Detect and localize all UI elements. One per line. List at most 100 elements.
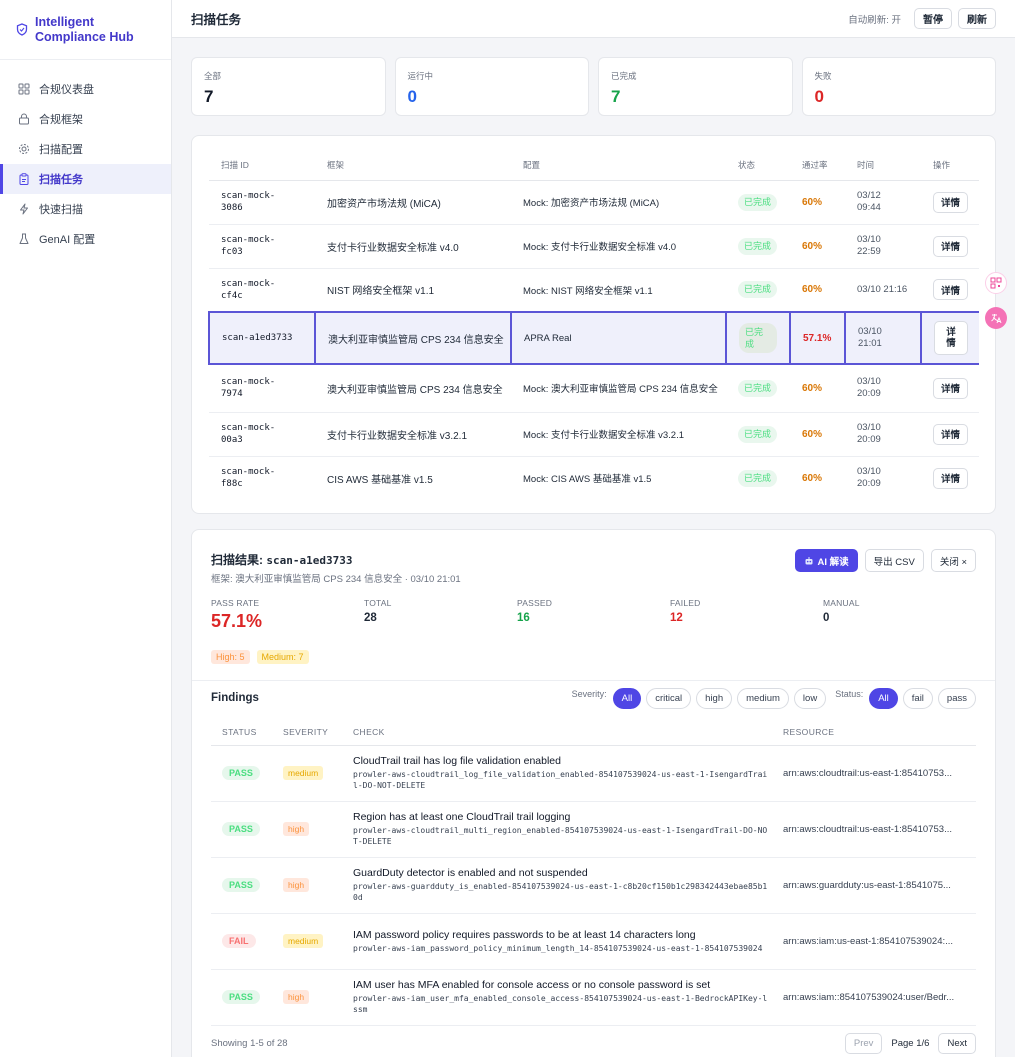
scan-id: scan-mock-f88c bbox=[221, 466, 315, 490]
qr-scan-icon bbox=[990, 277, 1002, 289]
table-row[interactable]: scan-mock-fc03 支付卡行业数据安全标准 v4.0 Mock: 支付… bbox=[209, 224, 979, 269]
pagination-info: Showing 1-5 of 28 bbox=[211, 1038, 288, 1049]
time-cell: 03/10 22:59 bbox=[857, 234, 921, 258]
status-badge: 已完成 bbox=[738, 193, 778, 211]
column-header-time: 时间 bbox=[845, 151, 921, 181]
severity-filter-critical[interactable]: critical bbox=[646, 688, 692, 709]
result-metrics: PASS RATE 57.1% TOTAL 28 PASSED 16 FAILE… bbox=[211, 598, 976, 632]
pass-rate-cell: 60% bbox=[790, 224, 845, 269]
grid-icon bbox=[18, 83, 30, 95]
config-cell: Mock: 澳大利亚审慎监管局 CPS 234 信息安全 bbox=[511, 364, 726, 413]
check-title: GuardDuty detector is enabled and not su… bbox=[353, 867, 588, 879]
pause-button[interactable]: 暂停 bbox=[914, 8, 952, 29]
table-row-selected[interactable]: scan-a1ed3733 澳大利亚审慎监管局 CPS 234 信息安全 APR… bbox=[208, 311, 979, 365]
pass-rate-cell: 60% bbox=[790, 268, 845, 313]
framework-cell: NIST 网络安全框架 v1.1 bbox=[315, 268, 511, 313]
time-line: 20:09 bbox=[857, 388, 881, 400]
findings-table: STATUS SEVERITY CHECK RESOURCE PASS medi… bbox=[211, 720, 976, 1026]
ai-interpret-button[interactable]: AI 解读 bbox=[795, 549, 858, 572]
detail-button[interactable]: 详情 bbox=[933, 467, 969, 489]
table-row[interactable]: scan-mock-cf4c NIST 网络安全框架 v1.1 Mock: NI… bbox=[209, 268, 979, 313]
stat-label: 全部 bbox=[204, 71, 222, 81]
stat-label: 失败 bbox=[814, 71, 832, 81]
metric-total: TOTAL 28 bbox=[364, 598, 517, 632]
check-title: CloudTrail trail has log file validation… bbox=[353, 755, 561, 767]
scan-id-line: scan-mock- bbox=[221, 423, 276, 433]
page-indicator: Page 1/6 bbox=[891, 1038, 930, 1049]
sidebar-item-scan-tasks[interactable]: 扫描任务 bbox=[0, 164, 171, 194]
pass-rate-cell: 60% bbox=[802, 472, 823, 484]
sidebar-item-frameworks[interactable]: 合规框架 bbox=[0, 104, 171, 134]
close-result-button[interactable]: 关闭 × bbox=[930, 549, 976, 572]
finding-row[interactable]: PASS medium CloudTrail trail has log fil… bbox=[211, 745, 976, 802]
detail-button[interactable]: 详情 bbox=[934, 321, 968, 355]
table-row[interactable]: scan-mock- 00a3 支付卡行业数据安全标准 v3.2.1 Mock: … bbox=[209, 412, 979, 457]
stat-label: 已完成 bbox=[611, 71, 637, 81]
config-cell: Mock: 支付卡行业数据安全标准 v4.0 bbox=[511, 224, 726, 269]
metric-label: TOTAL bbox=[364, 598, 392, 608]
severity-filter-all[interactable]: All bbox=[612, 688, 642, 709]
stat-card-completed: 已完成 7 bbox=[598, 57, 793, 116]
prev-page-button[interactable]: Prev bbox=[844, 1033, 883, 1054]
detail-button[interactable]: 详情 bbox=[933, 423, 969, 445]
app-name-line2: Compliance Hub bbox=[35, 29, 134, 44]
column-header-status: STATUS bbox=[211, 720, 272, 746]
finding-row[interactable]: PASS high Region has at least one CloudT… bbox=[211, 801, 976, 858]
time-cell: 03/10 20:09 bbox=[857, 376, 921, 400]
pass-rate-cell: 60% bbox=[790, 180, 845, 225]
severity-filter-medium[interactable]: medium bbox=[737, 688, 789, 709]
severity-filter-low[interactable]: low bbox=[793, 688, 827, 709]
brand[interactable]: Intelligent Compliance Hub bbox=[0, 0, 171, 60]
table-row[interactable]: scan-mock- 7974 澳大利亚审慎监管局 CPS 234 信息安全 Mo… bbox=[209, 364, 979, 413]
check-title: Region has at least one CloudTrail trail… bbox=[353, 811, 571, 823]
refresh-button[interactable]: 刷新 bbox=[958, 8, 996, 29]
finding-row[interactable]: PASS high GuardDuty detector is enabled … bbox=[211, 857, 976, 914]
stat-label: 运行中 bbox=[407, 71, 434, 81]
column-header-framework: 框架 bbox=[315, 151, 511, 181]
pagination: Showing 1-5 of 28 Prev Page 1/6 Next bbox=[211, 1033, 976, 1054]
detail-button[interactable]: 详情 bbox=[933, 377, 969, 399]
translate-widget[interactable] bbox=[985, 307, 1007, 329]
result-subtitle: 框架: 澳大利亚审慎监管局 CPS 234 信息安全 · 03/10 21:01 bbox=[211, 574, 461, 585]
divider bbox=[192, 680, 995, 681]
framework-cell: 澳大利亚审慎监管局 CPS 234 信息安全 bbox=[314, 311, 511, 365]
scan-id: scan-mock-fc03 bbox=[221, 234, 315, 258]
scan-id-line: scan-mock- bbox=[221, 191, 276, 201]
status-filter-fail[interactable]: fail bbox=[902, 688, 933, 709]
severity-summary: High: 5 Medium: 7 bbox=[211, 650, 309, 664]
table-row[interactable]: scan-mock- 3086 加密资产市场法规 (MiCA) Mock: 加密资… bbox=[209, 180, 979, 225]
scan-id-line: scan-mock- bbox=[221, 278, 276, 289]
check-id: prowler-aws-cloudtrail_multi_region_enab… bbox=[353, 826, 768, 846]
detail-button[interactable]: 详情 bbox=[933, 279, 969, 301]
finding-resource: arn:aws:cloudtrail:us-east-1:85410753... bbox=[783, 823, 952, 835]
export-csv-button[interactable]: 导出 CSV bbox=[864, 549, 924, 572]
clipboard-icon bbox=[19, 173, 29, 185]
sidebar-item-genai-config[interactable]: GenAI 配置 bbox=[0, 224, 171, 254]
sidebar-item-dashboard[interactable]: 合规仪表盘 bbox=[0, 74, 171, 104]
next-page-button[interactable]: Next bbox=[938, 1033, 976, 1054]
column-header-severity: SEVERITY bbox=[272, 720, 342, 746]
robot-icon bbox=[805, 556, 813, 564]
config-cell: Mock: NIST 网络安全框架 v1.1 bbox=[511, 268, 726, 313]
page-title: 扫描任务 bbox=[191, 13, 242, 27]
auto-refresh-status[interactable]: 自动刷新: 开 bbox=[848, 12, 901, 26]
app-name: Intelligent Compliance Hub bbox=[35, 15, 134, 45]
scan-id: scan-mock- 7974 bbox=[221, 376, 315, 400]
finding-row[interactable]: FAIL medium IAM password policy requires… bbox=[211, 913, 976, 970]
qr-widget[interactable] bbox=[985, 272, 1007, 294]
table-row[interactable]: scan-mock-f88c CIS AWS 基础基准 v1.5 Mock: C… bbox=[209, 456, 979, 500]
status-filter-pass[interactable]: pass bbox=[937, 688, 976, 709]
sidebar-item-scan-config[interactable]: 扫描配置 bbox=[0, 134, 171, 164]
status-filter-label: Status: bbox=[835, 688, 864, 699]
severity-filter-high[interactable]: high bbox=[696, 688, 733, 709]
detail-button[interactable]: 详情 bbox=[933, 191, 969, 213]
stat-value: 7 bbox=[611, 87, 621, 106]
finding-row[interactable]: PASS high IAM user has MFA enabled for c… bbox=[211, 969, 976, 1026]
findings-header: STATUS SEVERITY CHECK RESOURCE bbox=[211, 720, 976, 746]
detail-button[interactable]: 详情 bbox=[933, 235, 969, 257]
scan-id-line: fc03 bbox=[221, 247, 243, 257]
sidebar-item-quick-scan[interactable]: 快速扫描 bbox=[0, 194, 171, 224]
config-cell: APRA Real bbox=[510, 311, 726, 365]
status-filter-all[interactable]: All bbox=[869, 688, 898, 709]
finding-status-badge: FAIL bbox=[222, 934, 256, 948]
